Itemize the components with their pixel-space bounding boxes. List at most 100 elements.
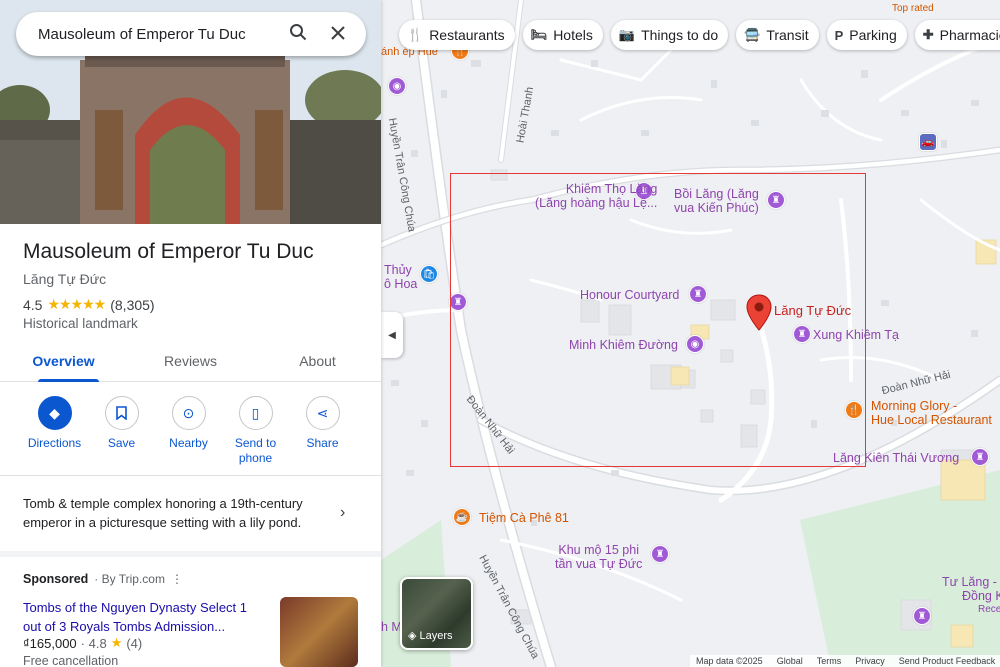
chip-label: Transit <box>766 27 809 43</box>
search-icon[interactable] <box>284 23 312 46</box>
poi-label: ô Hoa <box>384 277 418 291</box>
place-subtitle: Lăng Tự Đức <box>23 271 107 287</box>
poi-label: Khu mộ 15 phi <box>558 543 639 557</box>
directions-icon: ◆ <box>37 396 72 430</box>
poi-tu-lang[interactable]: Tư Lăng - Đồng K Rece <box>942 575 1000 617</box>
poi-khu-mo[interactable]: Khu mộ 15 phi tần vua Tự Đức <box>555 543 642 571</box>
rating-row[interactable]: 4.5 ★★★★★ (8,305) <box>23 296 155 313</box>
camera-icon: 📷 <box>618 27 636 42</box>
place-tabs: Overview Reviews About <box>0 340 381 382</box>
search-input[interactable]: Mausoleum of Emperor Tu Duc <box>38 26 272 43</box>
camera-icon[interactable]: ◉ <box>388 77 406 95</box>
reviews-count[interactable]: (8,305) <box>110 297 154 313</box>
fork-knife-icon: 🍴 <box>407 27 424 42</box>
place-category[interactable]: Historical landmark <box>23 316 138 331</box>
temple-icon[interactable]: ♜ <box>651 545 669 563</box>
ad-cancellation: Free cancellation <box>23 654 119 667</box>
layers-icon: ◈ <box>408 630 417 642</box>
global-link[interactable]: Global <box>777 656 803 666</box>
place-title: Mausoleum of Emperor Tu Duc <box>23 240 314 263</box>
layers-button[interactable]: ◈ Layers <box>400 577 473 650</box>
ad-thumbnail[interactable] <box>280 597 358 667</box>
sponsored-label: Sponsored <box>23 572 89 586</box>
parking-icon: P <box>834 27 844 43</box>
chip-things-to-do[interactable]: 📷 Things to do <box>610 20 729 50</box>
chip-parking[interactable]: P Parking <box>826 20 907 50</box>
selection-rectangle <box>450 173 866 467</box>
chip-label: Hotels <box>553 27 593 43</box>
poi-label: Rece <box>978 604 1000 615</box>
poi-morning-glory[interactable]: Morning Glory - Hue Local Restaurant <box>871 399 992 427</box>
share-label: Share <box>306 436 339 450</box>
send-to-phone-button[interactable]: ▯ Send to phone <box>222 396 289 468</box>
chip-pharmacies[interactable]: ✚ Pharmacies <box>914 20 1000 50</box>
category-chips: 🍴 Restaurants 🛏 Hotels 📷 Things to do 🚍 Tran… <box>399 20 1000 50</box>
chevron-right-icon[interactable]: › <box>340 504 345 522</box>
ad-review-count: (4) <box>126 635 143 651</box>
ad-price: ₫165,000 <box>23 635 77 651</box>
close-icon[interactable] <box>324 24 352 45</box>
poi-tiem-ca-phe[interactable]: Tiệm Cà Phê 81 <box>479 511 569 525</box>
divider <box>0 475 381 476</box>
ad-rating: · 4.8 <box>80 635 107 651</box>
chip-label: Restaurants <box>429 27 505 43</box>
map-footer: Map data ©2025 Global Terms Privacy Send… <box>690 655 1000 667</box>
temple-icon[interactable]: ♜ <box>971 448 989 466</box>
poi-thuy-hoa[interactable]: Thủy ô Hoa <box>384 263 417 291</box>
directions-label: Directions <box>27 436 82 450</box>
collapse-panel-button[interactable]: ◀ <box>381 312 403 358</box>
car-icon[interactable]: 🚗 <box>919 133 937 151</box>
sponsored-header: Sponsored · By Trip.com ⋮ <box>23 572 183 586</box>
ad-price-row: ₫165,000 · 4.8 ★ (4) <box>23 635 142 651</box>
tab-overview[interactable]: Overview <box>0 340 127 382</box>
action-buttons: ◆ Directions Save ⊙ Nearby ▯ Send to pho… <box>0 396 381 468</box>
chip-restaurants[interactable]: 🍴 Restaurants <box>399 20 515 50</box>
place-description[interactable]: Tomb & temple complex honoring a 19th-ce… <box>23 494 333 532</box>
shopping-icon[interactable]: 🛍 <box>420 265 438 283</box>
share-button[interactable]: ⋖ Share <box>289 396 356 468</box>
more-options-icon[interactable]: ⋮ <box>171 572 183 586</box>
top-rated-label: Top rated <box>892 3 934 14</box>
bus-icon: 🚍 <box>744 27 761 42</box>
save-label: Save <box>107 436 136 450</box>
chevron-left-icon: ◀ <box>388 329 396 341</box>
map-data-text: Map data ©2025 <box>696 656 763 666</box>
bookmark-icon <box>104 396 139 430</box>
chip-label: Parking <box>849 27 897 43</box>
temple-icon[interactable]: ♜ <box>913 607 931 625</box>
chip-transit[interactable]: 🚍 Transit <box>736 20 819 50</box>
cafe-icon[interactable]: ☕ <box>453 508 471 526</box>
ad-title-link[interactable]: Tombs of the Nguyen Dynasty Select 1 out… <box>23 598 263 636</box>
poi-label: Thủy <box>384 263 412 277</box>
poi-label: Morning Glory - <box>871 399 958 413</box>
nearby-button[interactable]: ⊙ Nearby <box>155 396 222 468</box>
search-box[interactable]: Mausoleum of Emperor Tu Duc <box>16 12 366 56</box>
directions-button[interactable]: ◆ Directions <box>21 396 88 468</box>
nearby-label: Nearby <box>169 436 208 450</box>
send-to-phone-icon: ▯ <box>238 396 273 430</box>
poi-label: Tư Lăng - <box>942 575 997 589</box>
privacy-link[interactable]: Privacy <box>855 656 885 666</box>
pharmacy-icon: ✚ <box>922 27 934 42</box>
rating-stars: ★★★★★ <box>47 296 106 312</box>
place-panel: Mausoleum of Emperor Tu Duc Mausoleum of… <box>0 0 381 667</box>
feedback-link[interactable]: Send Product Feedback <box>899 656 996 666</box>
rating-value: 4.5 <box>23 296 43 313</box>
divider <box>0 551 381 557</box>
chip-label: Things to do <box>641 27 719 43</box>
send-to-phone-label: Send to phone <box>234 436 277 465</box>
maps-app: ♜ ♜ ♜ ◉ ♜ ♜ ♜ ♜ ♜ ◉ 🍴 ☕ 🍴 🛍 🚗 Khiêm Thọ … <box>0 0 1000 667</box>
save-button[interactable]: Save <box>88 396 155 468</box>
share-icon: ⋖ <box>305 396 340 430</box>
poi-label: tần vua Tự Đức <box>555 557 643 571</box>
terms-link[interactable]: Terms <box>817 656 842 666</box>
chip-hotels[interactable]: 🛏 Hotels <box>522 20 603 50</box>
bed-icon: 🛏 <box>530 27 548 42</box>
nearby-icon: ⊙ <box>171 396 206 430</box>
tab-about[interactable]: About <box>254 340 381 381</box>
star-icon: ★ <box>110 635 123 650</box>
tab-reviews[interactable]: Reviews <box>127 340 254 381</box>
chip-label: Pharmacies <box>939 27 1000 43</box>
sponsor-name: · By Trip.com <box>94 572 165 586</box>
layers-label: Layers <box>419 629 453 642</box>
